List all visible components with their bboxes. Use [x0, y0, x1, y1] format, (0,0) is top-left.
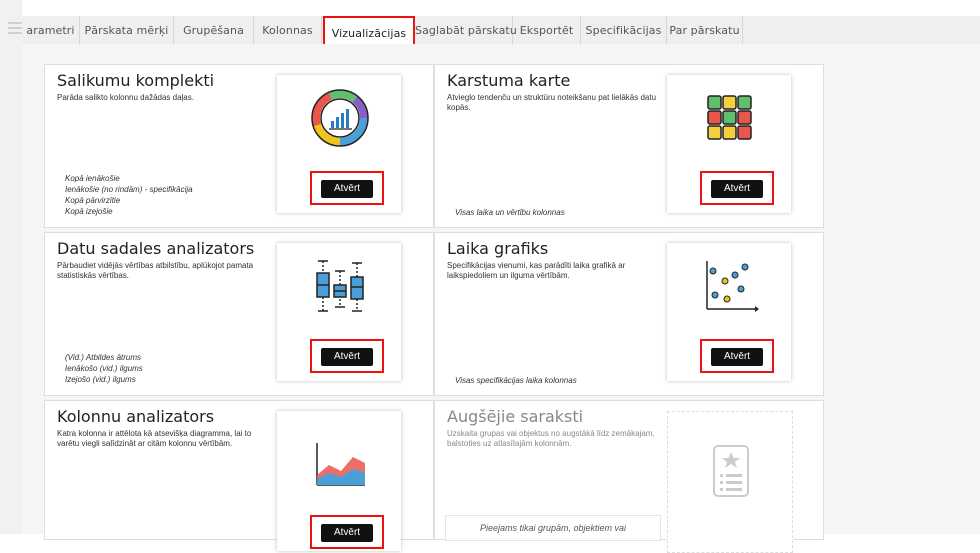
tab-saglabat-parskatu[interactable]: Saglabāt pārskatu: [415, 16, 517, 44]
card-preview: Atvērt: [277, 243, 401, 381]
list-item: Izejošo (vid.) ilgums: [65, 375, 136, 384]
card-footer: Visas specifikācijas laika kolonnas: [455, 376, 577, 385]
card-laika-grafiks: Laika grafiks Specifikācijas vienumi, ka…: [434, 232, 824, 396]
availability-note: Pieejams tikai grupām, objektiem vai: [445, 515, 661, 541]
card-augsejie-saraksti: Augšējie saraksti Uzskaita grupas vai ob…: [434, 400, 824, 553]
card-description: Atvieglo tendenču un struktūru noteikšan…: [447, 93, 657, 112]
card-preview: [667, 411, 793, 553]
open-button-highlight: Atvērt: [700, 171, 774, 205]
tab-kolonnas[interactable]: Kolonnas: [254, 16, 322, 44]
card-description: Specifikācijas vienumi, kas parādīti lai…: [447, 261, 626, 280]
list-item: Kopā pārvirzītie: [65, 196, 121, 205]
box-plot-icon: [316, 260, 364, 312]
tab-bar: arametri Pārskata mērķi Grupēšana Kolonn…: [22, 16, 980, 52]
card-title: Datu sadales analizators: [57, 239, 255, 258]
list-item: (Vid.) Atbildes ātrums: [65, 353, 142, 362]
card-title: Salikumu komplekti: [57, 71, 215, 90]
tab-parametri[interactable]: arametri: [22, 16, 80, 44]
donut-chart-icon: [311, 89, 369, 147]
card-column-list: Kopā ienākošie Ienākošie (no rindām) - s…: [65, 173, 193, 217]
scatter-plot-icon: [706, 261, 759, 312]
card-description: Pārbaudiet vidējās vērtības atbilstību, …: [57, 261, 254, 280]
tab-grupesana[interactable]: Grupēšana: [174, 16, 254, 44]
list-item: Kopā ienākošie: [65, 174, 120, 183]
open-button-highlight: Atvērt: [310, 171, 384, 205]
visualizations-panel: Salikumu komplekti Parāda salikto kolonn…: [22, 44, 980, 553]
card-kolonnu-analizators: Kolonnu analizators Katra kolonna ir att…: [44, 400, 434, 551]
card-description: Uzskaita grupas vai objektus no augstākā…: [447, 429, 655, 448]
heatmap-grid-icon: [707, 95, 752, 140]
card-preview: Atvērt: [667, 243, 791, 381]
card-title: Laika grafiks: [447, 239, 549, 258]
card-salikumu-komplekti: Salikumu komplekti Parāda salikto kolonn…: [44, 64, 434, 228]
list-item: Kopā izejošie: [65, 207, 113, 216]
card-datu-sadales-analizators: Datu sadales analizators Pārbaudiet vidē…: [44, 232, 434, 396]
list-item: Ienākošie (no rindām) - specifikācija: [65, 185, 193, 194]
open-button[interactable]: Atvērt: [711, 348, 763, 366]
card-preview: Atvērt: [277, 75, 401, 213]
list-item: Ienākošo (vid.) ilgums: [65, 364, 143, 373]
card-title: Karstuma karte: [447, 71, 571, 90]
open-button-highlight: Atvērt: [310, 339, 384, 373]
open-button[interactable]: Atvērt: [711, 180, 763, 198]
card-karstuma-karte: Karstuma karte Atvieglo tendenču un stru…: [434, 64, 824, 228]
left-sidebar-strip: [0, 0, 22, 534]
tab-eksportet[interactable]: Eksportēt: [513, 16, 581, 44]
card-column-list: (Vid.) Atbildes ātrums Ienākošo (vid.) i…: [65, 352, 143, 385]
card-preview: Atvērt: [277, 411, 401, 551]
menu-icon[interactable]: [8, 22, 22, 34]
card-description: Parāda salikto kolonnu dažādas daļas.: [57, 93, 194, 102]
open-button-highlight: Atvērt: [700, 339, 774, 373]
tab-parskata-merki[interactable]: Pārskata mērķi: [80, 16, 174, 44]
ranked-list-icon: [713, 445, 749, 497]
card-footer: Visas laika un vērtību kolonnas: [455, 208, 565, 217]
card-description: Katra kolonna ir attēlota kā atsevišķa d…: [57, 429, 252, 448]
card-title: Augšējie saraksti: [447, 407, 584, 426]
open-button-highlight: Atvērt: [310, 515, 384, 549]
card-title: Kolonnu analizators: [57, 407, 215, 426]
open-button[interactable]: Atvērt: [321, 524, 373, 542]
open-button[interactable]: Atvērt: [321, 348, 373, 366]
tab-specifikacijas[interactable]: Specifikācijas: [581, 16, 667, 44]
card-preview: Atvērt: [667, 75, 791, 213]
tab-par-parskatu[interactable]: Par pārskatu: [667, 16, 743, 44]
area-chart-icon: [316, 443, 365, 486]
open-button[interactable]: Atvērt: [321, 180, 373, 198]
